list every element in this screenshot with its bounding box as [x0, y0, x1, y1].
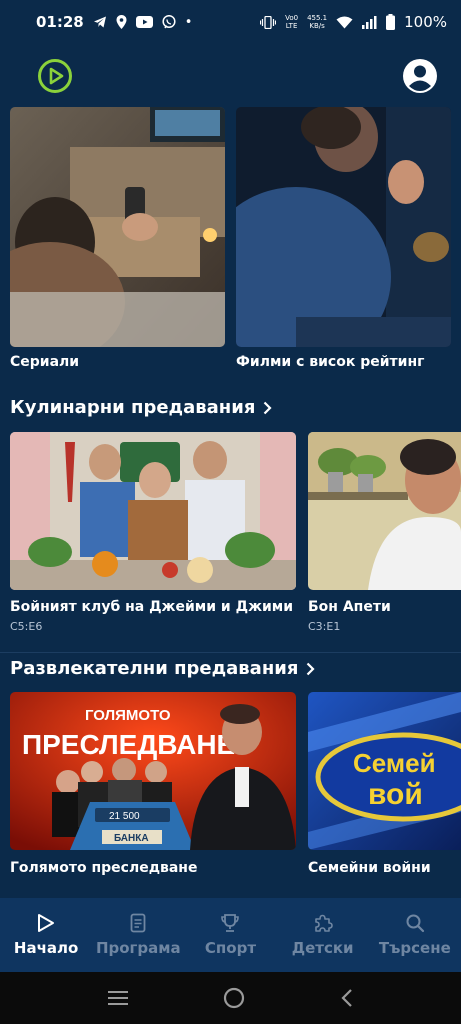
status-time: 01:28	[36, 13, 84, 31]
battery-percent: 100%	[404, 13, 447, 31]
recent-apps-icon[interactable]	[106, 989, 130, 1007]
nav-home[interactable]: Начало	[0, 913, 92, 957]
chase-logo-top: ГОЛЯМОТО	[85, 707, 171, 724]
chevron-right-icon[interactable]	[263, 401, 272, 415]
chase-score: 21 500	[109, 811, 140, 822]
youtube-icon	[135, 16, 153, 28]
nav-search[interactable]: Търсене	[369, 913, 461, 957]
family-feud-card-title[interactable]: Семейни войни	[308, 860, 431, 876]
culinary-section-heading[interactable]: Кулинарни предавания	[10, 397, 272, 418]
puzzle-icon[interactable]	[313, 913, 333, 933]
battery-icon	[386, 14, 396, 30]
series-card-title[interactable]: Сериали	[10, 354, 79, 370]
wifi-icon	[336, 16, 353, 28]
home-icon[interactable]	[222, 986, 246, 1010]
top-rated-movies-card-title[interactable]: Филми с висок рейтинг	[236, 354, 424, 370]
nav-home-label[interactable]: Начало	[14, 939, 78, 957]
location-icon	[116, 15, 127, 29]
back-icon[interactable]	[339, 988, 355, 1008]
chase-bank: БАНКА	[114, 833, 149, 844]
series-card-image[interactable]	[10, 107, 225, 347]
bon-appetit-card-title[interactable]: Бон Апети	[308, 599, 391, 615]
account-icon[interactable]	[402, 58, 438, 94]
feud-logo-line2: вой	[368, 778, 423, 811]
jamie-jimmy-episode: C5:E6	[10, 620, 43, 633]
nav-sport[interactable]: Спорт	[184, 913, 276, 957]
nav-program[interactable]: Програма	[92, 913, 184, 957]
jamie-jimmy-card-title[interactable]: Бойният клуб на Джейми и Джими	[10, 599, 293, 615]
top-rated-movies-card-image[interactable]	[236, 107, 451, 347]
nav-kids-label[interactable]: Детски	[292, 939, 354, 957]
system-navigation-bar	[0, 972, 461, 1024]
document-icon[interactable]	[130, 913, 146, 933]
bon-appetit-episode: C3:E1	[308, 620, 341, 633]
app-header	[0, 52, 461, 100]
search-icon[interactable]	[405, 913, 425, 933]
section-divider	[0, 652, 461, 653]
status-dot: •	[184, 14, 193, 30]
signal-icon	[362, 15, 377, 29]
bottom-navigation: Начало Програма Спорт Детски Търсене	[0, 898, 461, 972]
feud-logo-line1: Семей	[353, 748, 436, 778]
nav-kids[interactable]: Детски	[277, 913, 369, 957]
family-feud-card-image[interactable]: Семей вой	[308, 692, 461, 850]
trophy-icon[interactable]	[220, 913, 240, 933]
vibrate-icon	[260, 15, 277, 29]
nav-sport-label[interactable]: Спорт	[205, 939, 256, 957]
play-logo-icon[interactable]	[37, 58, 73, 94]
play-icon[interactable]	[37, 913, 55, 933]
telegram-icon	[93, 16, 106, 28]
nav-program-label[interactable]: Програма	[96, 939, 181, 957]
the-chase-card-image[interactable]: ГОЛЯМОТО ПРЕСЛЕДВАНЕ 21 500 БАНКА	[10, 692, 296, 850]
net-speed: 455.1 KB/s	[307, 14, 328, 30]
nav-search-label[interactable]: Търсене	[379, 939, 451, 957]
chevron-right-icon[interactable]	[306, 662, 316, 676]
chase-logo-main: ПРЕСЛЕДВАНЕ	[22, 729, 235, 760]
volte-indicator: Vo0 LTE	[285, 14, 299, 30]
jamie-jimmy-card-image[interactable]	[10, 432, 296, 590]
status-bar: 01:28 • Vo0 LTE 455.1 KB/s 100%	[0, 0, 461, 44]
the-chase-card-title[interactable]: Голямото преследване	[10, 860, 197, 876]
viber-icon	[162, 15, 176, 29]
entertainment-section-heading[interactable]: Развлекателни предавания	[10, 658, 316, 679]
bon-appetit-card-image[interactable]	[308, 432, 461, 590]
